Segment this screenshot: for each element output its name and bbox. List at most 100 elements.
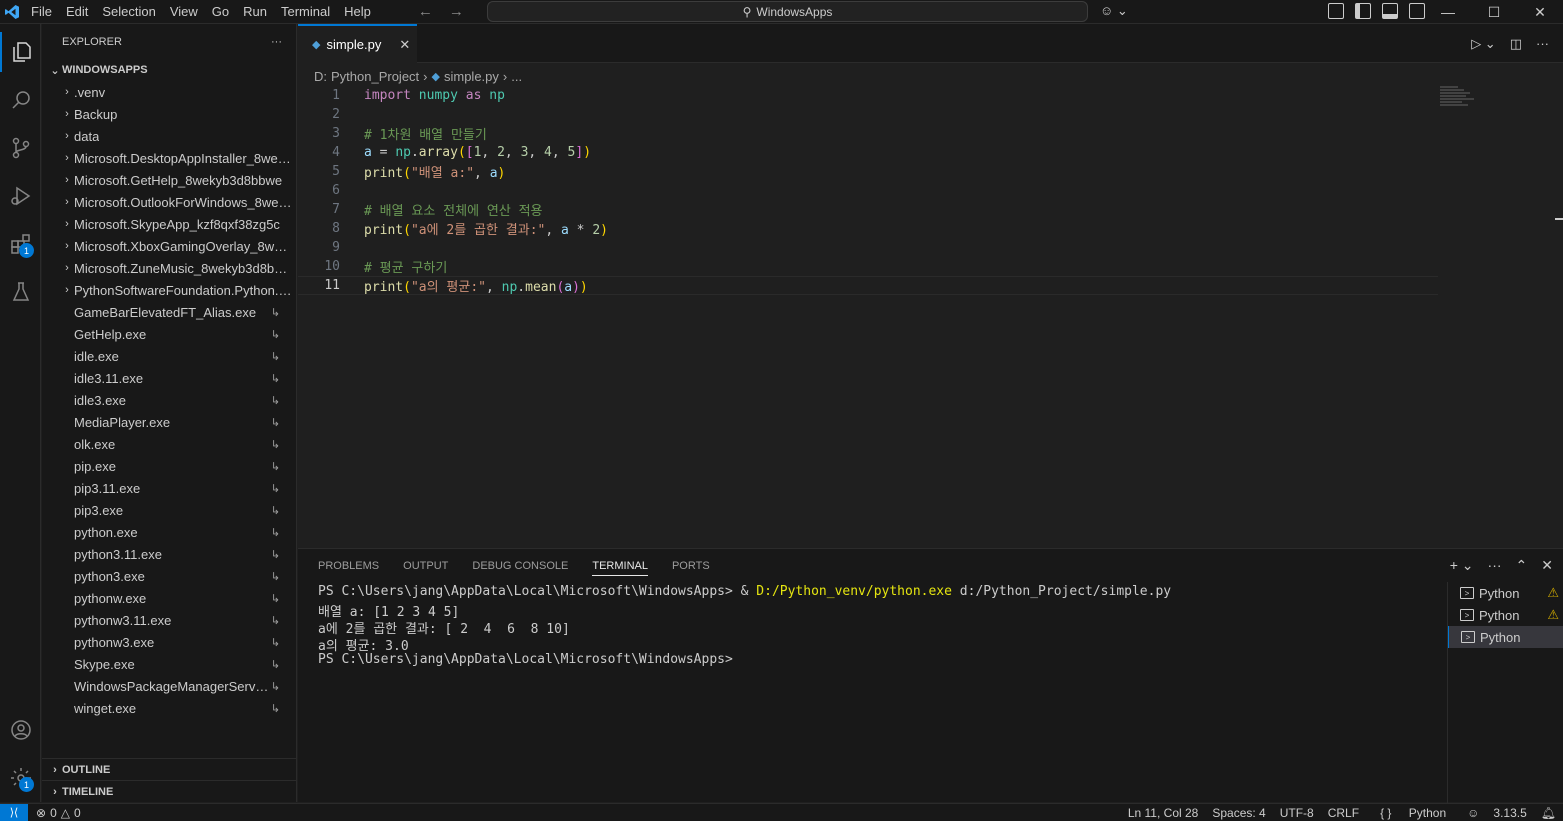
outline-section[interactable]: › OUTLINE (42, 758, 296, 781)
file-item[interactable]: pythonw.exe ↳ (42, 587, 296, 609)
menu-go[interactable]: Go (205, 0, 236, 24)
tab-ports[interactable]: PORTS (672, 560, 710, 576)
file-item[interactable]: winget.exe ↳ (42, 697, 296, 719)
file-item[interactable]: Skype.exe ↳ (42, 653, 296, 675)
folder-item[interactable]: › Microsoft.DesktopAppInstaller_8wekyb3d8… (42, 147, 296, 169)
notifications-bell-icon[interactable]: 🔔︎ (1534, 806, 1563, 820)
terminal-output[interactable]: PS C:\Users\jang\AppData\Local\Microsoft… (318, 584, 1171, 669)
minimap[interactable] (1440, 86, 1480, 111)
minimize-icon[interactable]: — (1425, 0, 1471, 24)
file-item[interactable]: pythonw3.11.exe ↳ (42, 609, 296, 631)
file-item[interactable]: pip3.11.exe ↳ (42, 477, 296, 499)
menu-edit[interactable]: Edit (59, 0, 95, 24)
file-item[interactable]: pip3.exe ↳ (42, 499, 296, 521)
accounts-icon[interactable] (0, 710, 41, 750)
file-item[interactable]: idle.exe ↳ (42, 345, 296, 367)
symlink-icon: ↳ (270, 328, 280, 341)
tab-debug-console[interactable]: DEBUG CONSOLE (472, 560, 568, 576)
timeline-section[interactable]: › TIMELINE (42, 780, 296, 803)
new-terminal-icon[interactable]: + ⌄ (1450, 557, 1474, 574)
breadcrumb-drive[interactable]: D: (314, 69, 327, 84)
menu-help[interactable]: Help (337, 0, 378, 24)
close-tab-icon[interactable]: ✕ (399, 37, 410, 53)
file-item[interactable]: idle3.11.exe ↳ (42, 367, 296, 389)
more-editor-actions-icon[interactable]: ··· (1536, 36, 1549, 52)
menu-view[interactable]: View (163, 0, 205, 24)
copilot-icon[interactable]: ☺ ⌄ (1100, 3, 1128, 19)
testing-flask-icon[interactable] (0, 272, 41, 312)
tab-problems[interactable]: PROBLEMS (318, 560, 379, 576)
close-window-icon[interactable]: ✕ (1517, 0, 1563, 24)
python-interpreter[interactable]: 3.13.5 (1486, 806, 1533, 820)
more-actions-icon[interactable]: ··· (271, 36, 282, 48)
extensions-icon[interactable]: 1 (0, 224, 41, 264)
back-arrow-icon[interactable]: ← (418, 3, 433, 20)
breadcrumb-folder[interactable]: Python_Project (331, 69, 419, 84)
folder-name: PythonSoftwareFoundation.Python.3.11_qbz… (74, 282, 294, 298)
copilot-status-icon[interactable]: ☺ (1460, 806, 1486, 820)
toggle-secondary-sidebar-icon[interactable] (1409, 3, 1425, 19)
indentation[interactable]: Spaces: 4 (1205, 806, 1272, 820)
file-item[interactable]: python3.exe ↳ (42, 565, 296, 587)
tab-output[interactable]: OUTPUT (403, 560, 448, 576)
tab-simple-py[interactable]: ◆ simple.py ✕ (298, 24, 417, 63)
run-debug-icon[interactable] (0, 176, 41, 216)
tab-terminal[interactable]: TERMINAL (592, 560, 648, 576)
code-editor[interactable]: 1 import numpy as np 2 3 # 1차원 배열 만들기 4 … (298, 86, 1438, 295)
breadcrumb-file[interactable]: simple.py (444, 69, 499, 84)
file-item[interactable]: pip.exe ↳ (42, 455, 296, 477)
close-panel-icon[interactable]: ✕ (1541, 557, 1553, 574)
tab-label: simple.py (326, 37, 382, 52)
folder-item[interactable]: › PythonSoftwareFoundation.Python.3.11_qb… (42, 279, 296, 301)
folder-item[interactable]: › Microsoft.ZuneMusic_8wekyb3d8bbwe (42, 257, 296, 279)
file-item[interactable]: MediaPlayer.exe ↳ (42, 411, 296, 433)
breadcrumb-symbol[interactable]: ... (511, 69, 522, 84)
search-icon[interactable] (0, 80, 41, 120)
menu-selection[interactable]: Selection (95, 0, 162, 24)
command-center-search[interactable]: ⚲ WindowsApps (487, 1, 1088, 22)
folder-item[interactable]: › Microsoft.SkypeApp_kzf8qxf38zg5c (42, 213, 296, 235)
command-center-label: WindowsApps (756, 4, 833, 19)
split-editor-icon[interactable]: ◫ (1510, 36, 1522, 52)
folder-item[interactable]: › Microsoft.OutlookForWindows_8wekyb3d8bb… (42, 191, 296, 213)
customize-layout-icon[interactable] (1328, 3, 1344, 19)
file-item[interactable]: python3.11.exe ↳ (42, 543, 296, 565)
encoding[interactable]: UTF-8 (1273, 806, 1321, 820)
line-ending[interactable]: CRLF (1321, 806, 1366, 820)
menu-run[interactable]: Run (236, 0, 274, 24)
file-name: GetHelp.exe (74, 326, 147, 342)
toggle-panel-icon[interactable] (1382, 3, 1398, 19)
maximize-panel-icon[interactable]: ⌃ (1516, 557, 1528, 574)
remote-indicator-icon[interactable]: ⟩⟨ (0, 803, 28, 821)
menu-file[interactable]: File (24, 0, 59, 24)
problems-status[interactable]: ⊗ 0 △ 0 (36, 806, 81, 820)
file-item[interactable]: GameBarElevatedFT_Alias.exe ↳ (42, 301, 296, 323)
file-item[interactable]: pythonw3.exe ↳ (42, 631, 296, 653)
terminal-instance[interactable]: > Python ⚠ (1448, 604, 1563, 626)
settings-gear-icon[interactable]: 1 (0, 758, 41, 798)
file-item[interactable]: GetHelp.exe ↳ (42, 323, 296, 345)
maximize-icon[interactable]: ☐ (1471, 0, 1517, 24)
forward-arrow-icon[interactable]: → (449, 3, 464, 20)
folder-item[interactable]: › Backup (42, 103, 296, 125)
folder-item[interactable]: › Microsoft.XboxGamingOverlay_8wekyb3d8bb… (42, 235, 296, 257)
file-item[interactable]: WindowsPackageManagerServer.exe ↳ (42, 675, 296, 697)
cursor-position[interactable]: Ln 11, Col 28 (1121, 806, 1206, 820)
more-panel-actions-icon[interactable]: ··· (1488, 557, 1502, 574)
run-python-file-icon[interactable]: ▷ ⌄ (1471, 36, 1496, 52)
terminal-instance[interactable]: > Python ⚠ (1448, 582, 1563, 604)
file-item[interactable]: olk.exe ↳ (42, 433, 296, 455)
folder-item[interactable]: › .venv (42, 81, 296, 103)
toggle-primary-sidebar-icon[interactable] (1355, 3, 1371, 19)
file-item[interactable]: python.exe ↳ (42, 521, 296, 543)
file-item[interactable]: idle3.exe ↳ (42, 389, 296, 411)
workspace-root[interactable]: ⌄ WINDOWSAPPS (42, 59, 296, 81)
language-mode[interactable]: { } Python (1366, 806, 1460, 820)
explorer-icon[interactable] (0, 32, 41, 72)
terminal-instance-active[interactable]: > Python (1448, 626, 1563, 648)
menu-terminal[interactable]: Terminal (274, 0, 337, 24)
file-name: pip.exe (74, 458, 116, 474)
folder-item[interactable]: › data (42, 125, 296, 147)
source-control-icon[interactable] (0, 128, 41, 168)
folder-item[interactable]: › Microsoft.GetHelp_8wekyb3d8bbwe (42, 169, 296, 191)
